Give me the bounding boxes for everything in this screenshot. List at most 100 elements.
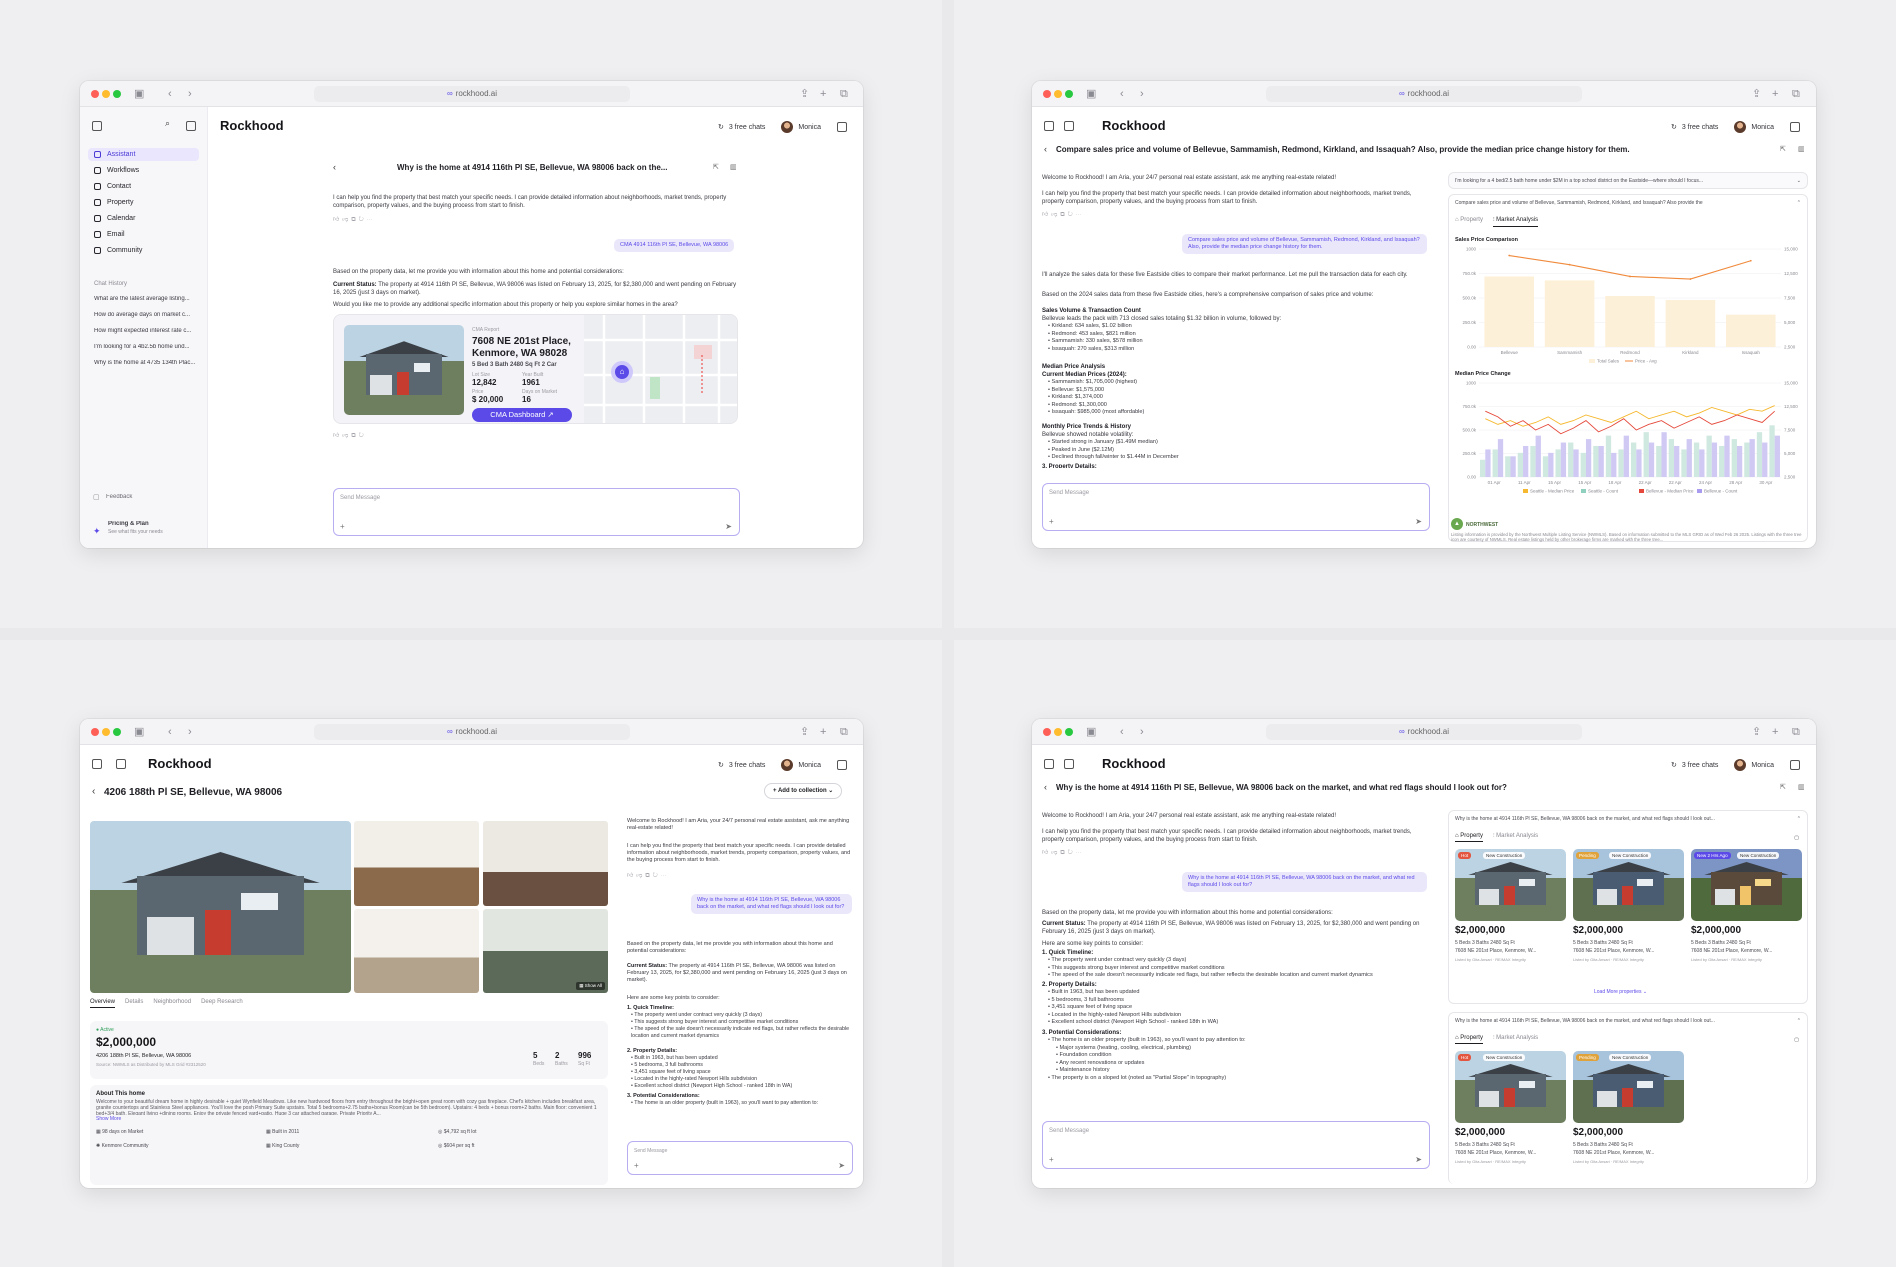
free-chats[interactable]: 3 free chats: [1682, 762, 1719, 769]
attach-icon[interactable]: +: [340, 522, 345, 531]
interior-photo[interactable]: [354, 909, 479, 993]
address-bar[interactable]: ∞ rockhood.ai: [1266, 724, 1582, 740]
back-chevron-icon[interactable]: ‹: [92, 786, 95, 797]
listing-card[interactable]: Pending New Construction $2,000,000 5 Be…: [1573, 849, 1684, 979]
new-tab-icon[interactable]: +: [820, 725, 826, 739]
share-icon[interactable]: ⇪: [800, 87, 809, 101]
free-chats[interactable]: 3 free chats: [1682, 124, 1719, 131]
message-input[interactable]: Send Message + ➤: [1042, 1121, 1430, 1169]
tab-overview[interactable]: Overview: [90, 999, 116, 1008]
free-chats[interactable]: 3 free chats: [729, 124, 766, 131]
address-bar[interactable]: ∞ rockhood.ai: [1266, 86, 1582, 102]
user-name[interactable]: Monica: [798, 124, 821, 131]
share-icon[interactable]: ⇪: [1752, 87, 1761, 101]
back-icon[interactable]: ‹: [1120, 725, 1124, 739]
history-item[interactable]: How do average days on market c...: [94, 312, 200, 318]
new-tab-icon[interactable]: +: [1772, 725, 1778, 739]
zoom-window-button[interactable]: [113, 728, 121, 736]
tab-property[interactable]: ⌂ Property: [1455, 833, 1483, 842]
back-chevron-icon[interactable]: ‹: [1044, 782, 1047, 792]
avatar[interactable]: [781, 121, 794, 133]
layout-icon[interactable]: ▥: [1798, 783, 1805, 791]
sidebar-toggle-icon[interactable]: ▣: [1086, 725, 1096, 739]
home-pin-icon[interactable]: ⌂: [611, 361, 633, 383]
history-item[interactable]: What are the latest average listing...: [94, 296, 200, 302]
map[interactable]: ⌂: [584, 315, 737, 423]
layout-icon[interactable]: ▥: [730, 163, 737, 171]
previous-query-collapsed[interactable]: I'm looking for a 4 bed/2.5 bath home un…: [1448, 172, 1808, 189]
sidebar-toggle-icon[interactable]: ▣: [134, 87, 144, 101]
compose-icon[interactable]: [186, 121, 196, 131]
panel-icon[interactable]: [1044, 759, 1054, 769]
open-external-icon[interactable]: ⇱: [1780, 783, 1786, 791]
back-chevron-icon[interactable]: ‹: [333, 162, 336, 172]
send-icon[interactable]: ➤: [725, 522, 732, 531]
forward-icon[interactable]: ›: [188, 725, 192, 739]
back-chevron-icon[interactable]: ‹: [1044, 144, 1047, 154]
history-item[interactable]: Why is the home at 4735 134th Plac...: [94, 360, 200, 366]
zoom-window-button[interactable]: [113, 90, 121, 98]
nav-calendar[interactable]: Calendar: [88, 212, 199, 225]
zoom-window-button[interactable]: [1065, 90, 1073, 98]
cma-dashboard-button[interactable]: CMA Dashboard ↗: [472, 408, 572, 422]
listing-card[interactable]: Hot New Construction $2,000,000 5 Beds 3…: [1455, 849, 1566, 979]
message-actions[interactable]: 👍︎👎︎⧉↻: [333, 431, 367, 440]
user-name[interactable]: Monica: [1751, 124, 1774, 131]
tabs-icon[interactable]: ⧉: [840, 87, 848, 101]
tab-market-analysis[interactable]: ⫶ Market Analysis: [1493, 833, 1538, 842]
book-icon[interactable]: [837, 760, 847, 770]
free-chats[interactable]: 3 free chats: [729, 762, 766, 769]
close-window-button[interactable]: [1043, 728, 1051, 736]
nav-workflows[interactable]: Workflows: [88, 164, 199, 177]
compose-icon[interactable]: [1064, 759, 1074, 769]
search-icon[interactable]: ⌕: [165, 118, 170, 129]
open-external-icon[interactable]: ⇱: [1780, 145, 1786, 153]
book-icon[interactable]: [1790, 760, 1800, 770]
send-icon[interactable]: ➤: [1415, 1155, 1422, 1164]
tabs-icon[interactable]: ⧉: [1792, 725, 1800, 739]
address-bar[interactable]: ∞ rockhood.ai: [314, 86, 630, 102]
book-icon[interactable]: [1790, 122, 1800, 132]
tabs-icon[interactable]: ⧉: [1792, 87, 1800, 101]
load-more-button[interactable]: Load More properties ⌄: [1594, 989, 1647, 995]
history-item[interactable]: I'm looking for a 4b2.5b home und...: [94, 344, 200, 350]
listing-card[interactable]: Pending New Construction $2,000,000 5 Be…: [1573, 1051, 1684, 1181]
sidebar-toggle-icon[interactable]: ▣: [134, 725, 144, 739]
message-input[interactable]: Send Message + ➤: [1042, 483, 1430, 531]
tab-market-analysis[interactable]: ⫶ Market Analysis: [1492, 217, 1539, 227]
forward-icon[interactable]: ›: [1140, 87, 1144, 101]
message-actions[interactable]: 👍︎👎︎⧉↻⋯: [333, 215, 376, 224]
panel-icon[interactable]: [1044, 121, 1054, 131]
tab-property[interactable]: ⌂ Property: [1455, 1035, 1483, 1044]
close-window-button[interactable]: [91, 90, 99, 98]
tab-neighborhood[interactable]: Neighborhood: [153, 999, 191, 1008]
listing-card[interactable]: New 2 Hrs Ago New Construction $2,000,00…: [1691, 849, 1802, 979]
share-icon[interactable]: ⇪: [1752, 725, 1761, 739]
avatar[interactable]: [781, 759, 794, 771]
interior-photo[interactable]: [483, 821, 608, 906]
message-actions[interactable]: 👍︎👎︎⧉↻⋯: [1042, 210, 1085, 219]
send-icon[interactable]: ➤: [1415, 517, 1422, 526]
save-icon[interactable]: ▢: [1794, 835, 1799, 841]
minimize-window-button[interactable]: [1054, 90, 1062, 98]
sidebar-toggle-icon[interactable]: ▣: [1086, 87, 1096, 101]
tab-deep-research[interactable]: Deep Research: [201, 999, 243, 1008]
book-icon[interactable]: [837, 122, 847, 132]
panel-icon[interactable]: [92, 759, 102, 769]
zoom-window-button[interactable]: [1065, 728, 1073, 736]
new-tab-icon[interactable]: +: [1772, 87, 1778, 101]
back-icon[interactable]: ‹: [168, 725, 172, 739]
tab-details[interactable]: Details: [125, 999, 143, 1008]
message-actions[interactable]: 👍︎👎︎⧉↻⋯: [1042, 848, 1085, 857]
compose-icon[interactable]: [116, 759, 126, 769]
back-icon[interactable]: ‹: [1120, 87, 1124, 101]
tab-property[interactable]: ⌂ Property: [1455, 217, 1483, 227]
panel-icon[interactable]: [92, 121, 102, 131]
minimize-window-button[interactable]: [102, 728, 110, 736]
message-input[interactable]: Send Message + ➤: [627, 1141, 853, 1175]
nav-assistant[interactable]: Assistant: [88, 148, 199, 161]
show-all-photos-button[interactable]: ▦ Show All: [576, 982, 605, 990]
nav-email[interactable]: Email: [88, 228, 199, 241]
address-bar[interactable]: ∞ rockhood.ai: [314, 724, 630, 740]
nav-contact[interactable]: Contact: [88, 180, 199, 193]
